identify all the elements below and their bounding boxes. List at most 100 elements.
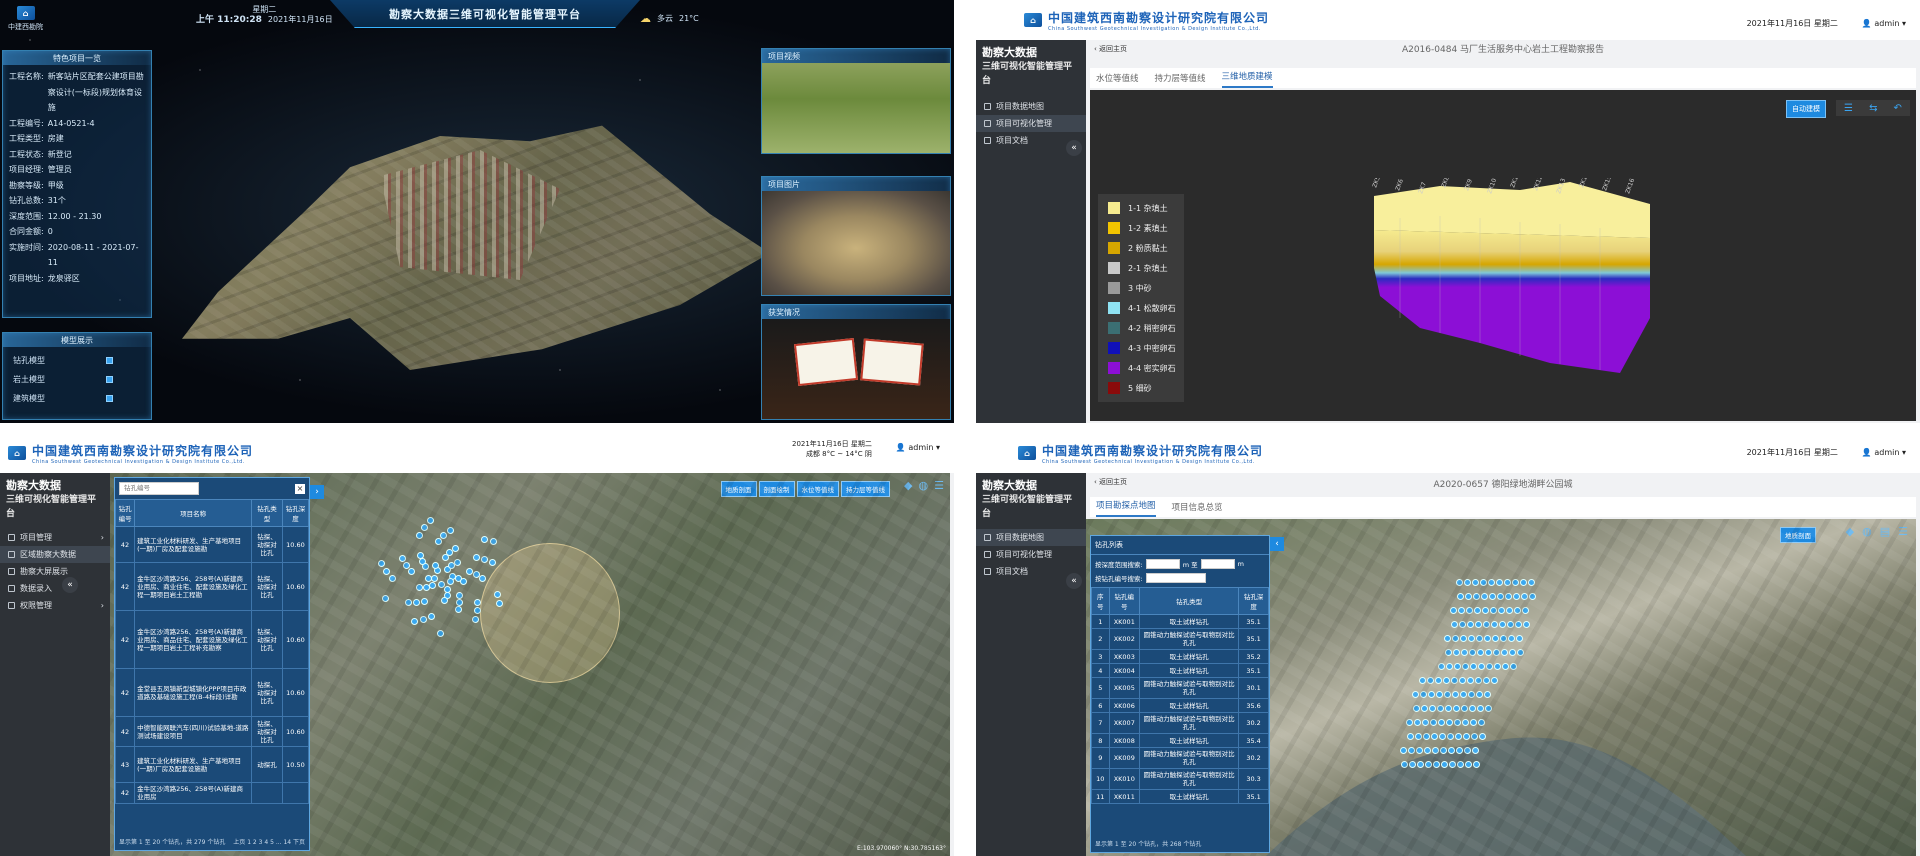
borehole-marker[interactable] <box>1529 593 1536 600</box>
borehole-marker[interactable] <box>448 561 456 569</box>
borehole-marker[interactable] <box>1506 607 1513 614</box>
borehole-marker[interactable] <box>1501 649 1508 656</box>
user-menu[interactable]: 👤 admin ▾ <box>1862 448 1906 457</box>
borehole-marker[interactable] <box>1491 621 1498 628</box>
borehole-marker[interactable] <box>1406 719 1413 726</box>
borehole-marker[interactable] <box>422 583 430 591</box>
table-row[interactable]: 42 金堂县五凤镇新型城镇化PPP项目市政道路及基础设施工程(B-4标段)详勘 钻探… <box>114 668 310 717</box>
borehole-marker[interactable] <box>1468 691 1475 698</box>
borehole-marker[interactable] <box>1520 579 1527 586</box>
borehole-marker[interactable] <box>1461 705 1468 712</box>
borehole-marker[interactable] <box>1476 691 1483 698</box>
borehole-marker[interactable] <box>1433 761 1440 768</box>
borehole-marker[interactable] <box>1494 663 1501 670</box>
menu-icon[interactable]: ☰ <box>1844 103 1853 114</box>
table-row[interactable]: 42 建筑工业化材料研发、生产基地项目(一期)厂房及配套设施勘 钻探、动探对比孔 10… <box>114 526 310 563</box>
borehole-marker[interactable] <box>1456 579 1463 586</box>
table-row[interactable]: 5 XK005 圆锥动力触探试验与取物别对比孔孔 30.1 <box>1091 677 1269 699</box>
borehole-marker[interactable] <box>472 570 480 578</box>
collapse-icon[interactable]: « <box>1066 140 1082 156</box>
borehole-marker[interactable] <box>1447 733 1454 740</box>
borehole-marker[interactable] <box>1438 719 1445 726</box>
borehole-marker[interactable] <box>431 575 439 583</box>
borehole-marker[interactable] <box>478 574 486 582</box>
borehole-marker[interactable] <box>1472 579 1479 586</box>
borehole-marker[interactable] <box>480 555 488 563</box>
project-video[interactable] <box>762 63 950 153</box>
table-row[interactable]: 1 XK001 取土试样钻孔 35.1 <box>1091 614 1269 629</box>
borehole-marker[interactable] <box>1470 719 1477 726</box>
borehole-marker[interactable] <box>1477 649 1484 656</box>
borehole-marker[interactable] <box>493 590 501 598</box>
borehole-marker[interactable] <box>421 597 428 605</box>
table-row[interactable]: 6 XK006 取土试样钻孔 35.6 <box>1091 698 1269 713</box>
borehole-marker[interactable] <box>381 594 389 602</box>
water-level-button[interactable]: 水位等值线 <box>796 481 839 497</box>
user-menu[interactable]: 👤 admin ▾ <box>1862 19 1906 28</box>
borehole-marker[interactable] <box>1472 747 1479 754</box>
borehole-marker[interactable] <box>495 599 503 607</box>
borehole-marker[interactable] <box>1483 677 1490 684</box>
borehole-marker[interactable] <box>1507 621 1514 628</box>
borehole-marker[interactable] <box>1461 649 1468 656</box>
borehole-marker[interactable] <box>426 516 434 524</box>
table-row[interactable]: 2 XK002 圆锥动力触探试验与取物别对比孔孔 35.1 <box>1091 628 1269 650</box>
collapse-panel-icon[interactable]: ‹ <box>1270 537 1284 551</box>
borehole-marker[interactable] <box>405 599 413 607</box>
borehole-marker[interactable] <box>1457 761 1464 768</box>
borehole-marker[interactable] <box>1522 607 1529 614</box>
borehole-marker[interactable] <box>1450 607 1457 614</box>
borehole-marker[interactable] <box>480 536 488 544</box>
borehole-marker[interactable] <box>472 553 480 561</box>
borehole-marker[interactable] <box>1517 649 1524 656</box>
borehole-marker[interactable] <box>421 563 429 571</box>
sidebar-item-visual[interactable]: 项目可视化管理 <box>976 115 1086 132</box>
borehole-marker[interactable] <box>1478 719 1485 726</box>
borehole-marker[interactable] <box>1469 705 1476 712</box>
borehole-marker[interactable] <box>1477 705 1484 712</box>
sidebar-item-permissions[interactable]: 权限管理 › <box>0 597 110 614</box>
borehole-marker[interactable] <box>1460 691 1467 698</box>
borehole-marker[interactable] <box>1425 761 1432 768</box>
borehole-marker[interactable] <box>1414 719 1421 726</box>
borehole-marker[interactable] <box>474 607 482 615</box>
borehole-marker[interactable] <box>1432 747 1439 754</box>
borehole-marker[interactable] <box>1459 621 1466 628</box>
borehole-marker[interactable] <box>1508 635 1515 642</box>
borehole-marker[interactable] <box>1475 677 1482 684</box>
borehole-marker[interactable] <box>1456 747 1463 754</box>
borehole-marker[interactable] <box>1462 663 1469 670</box>
table-row[interactable]: 42 中德智能网联汽车(四川)试验基地-道路测试场建设项目 钻探、动探对比孔 10.6… <box>114 716 310 747</box>
borehole-marker[interactable] <box>1484 635 1491 642</box>
borehole-marker[interactable] <box>1484 691 1491 698</box>
borehole-marker[interactable] <box>1463 733 1470 740</box>
borehole-marker[interactable] <box>434 566 442 574</box>
borehole-marker[interactable] <box>410 617 418 625</box>
expand-panel-icon[interactable]: › <box>310 485 324 499</box>
borehole-marker[interactable] <box>1453 705 1460 712</box>
pagination[interactable]: 上页 1 2 3 4 5 ... 14 下页 <box>233 837 305 846</box>
borehole-marker[interactable] <box>1453 649 1460 656</box>
borehole-marker[interactable] <box>1401 761 1408 768</box>
borehole-marker[interactable] <box>1440 747 1447 754</box>
borehole-marker[interactable] <box>1509 649 1516 656</box>
search-input[interactable] <box>119 482 199 495</box>
borehole-marker[interactable] <box>1446 663 1453 670</box>
borehole-marker[interactable] <box>1479 733 1486 740</box>
borehole-marker[interactable] <box>1457 593 1464 600</box>
sidebar-item-data-entry[interactable]: 数据录入 <box>0 580 110 597</box>
borehole-marker[interactable] <box>1415 733 1422 740</box>
borehole-marker[interactable] <box>1449 761 1456 768</box>
borehole-marker[interactable] <box>1458 607 1465 614</box>
borehole-marker[interactable] <box>440 597 448 605</box>
borehole-marker[interactable] <box>388 574 396 582</box>
borehole-marker[interactable] <box>1422 719 1429 726</box>
table-row[interactable]: 42 金牛区沙湾路256、258号(A)新建商业用房、商业住宅、配套设施及绿化工程… <box>114 562 310 611</box>
borehole-marker[interactable] <box>1473 593 1480 600</box>
geo-block-3d[interactable]: ZK5 ZK6 ZK7 ZK8 ZK9 ZK10 ZK11 ZK12 ZK13 ZK14 ZK15 Z… <box>1360 178 1660 378</box>
borehole-marker[interactable] <box>1444 691 1451 698</box>
checkbox[interactable] <box>106 376 113 383</box>
borehole-marker[interactable] <box>490 538 498 546</box>
borehole-marker[interactable] <box>1473 761 1480 768</box>
borehole-marker[interactable] <box>1498 607 1505 614</box>
